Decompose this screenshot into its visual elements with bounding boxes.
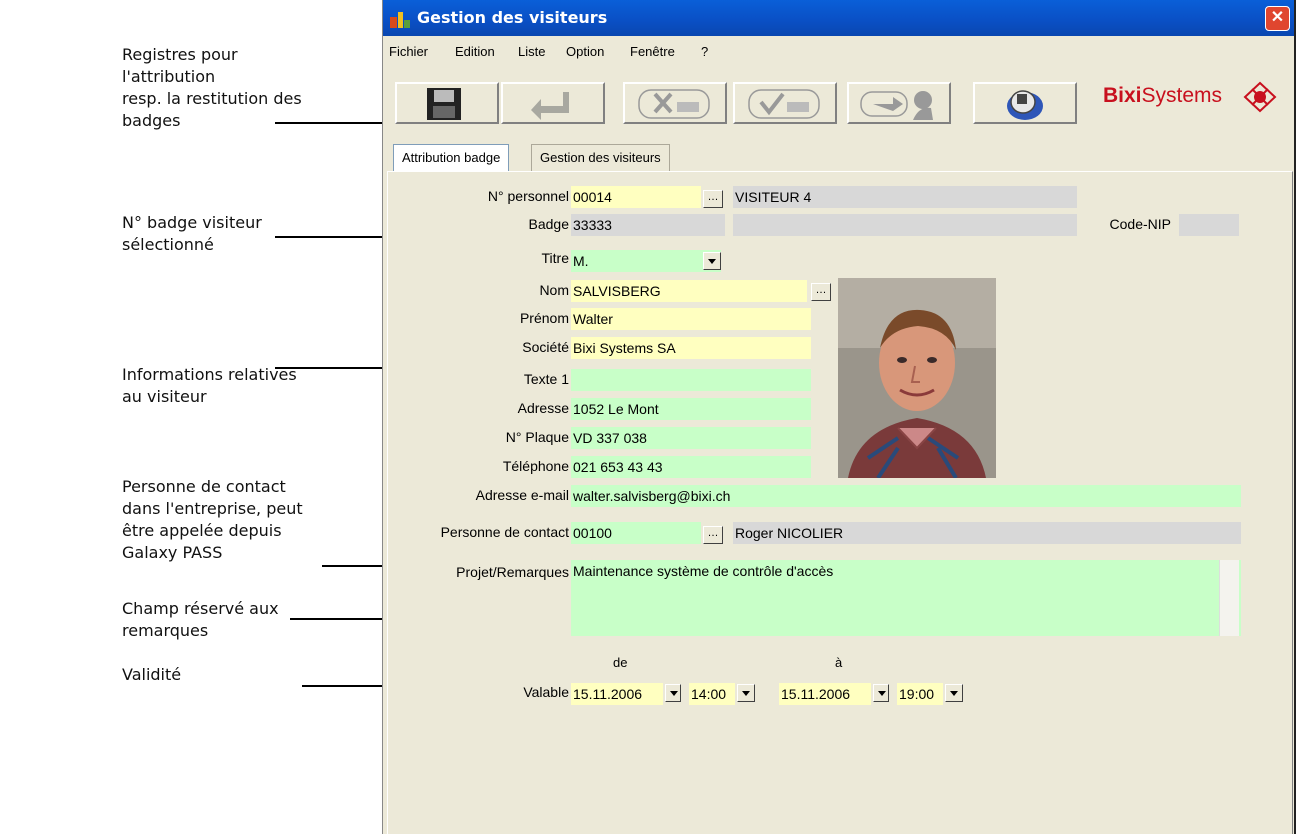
- code-nip-label: Code-NIP: [1109, 216, 1171, 232]
- annotation-remarks-field: Champ réservé aux remarques: [122, 599, 279, 640]
- personnel-lookup-button[interactable]: …: [703, 190, 723, 208]
- visitor-photo: [838, 278, 996, 478]
- return-icon: [531, 92, 569, 120]
- nom-field[interactable]: SALVISBERG: [571, 280, 807, 302]
- annotation-badge-selected: N° badge visiteur sélectionné: [122, 213, 262, 254]
- societe-field[interactable]: Bixi Systems SA: [571, 337, 811, 359]
- scanner-icon: [1007, 90, 1043, 120]
- bixi-logo-icon: [1243, 81, 1277, 113]
- tab-attribution-badge[interactable]: Attribution badge: [393, 144, 510, 172]
- menu-edition[interactable]: Edition: [455, 44, 495, 59]
- scanner-button[interactable]: [973, 82, 1077, 124]
- toolbar: BixiSystems: [383, 66, 1294, 126]
- bixi-logo: BixiSystems: [1103, 81, 1277, 113]
- menu-help[interactable]: ?: [701, 44, 708, 59]
- validate-badge-button[interactable]: [733, 82, 837, 124]
- cancel-badge-icon: [638, 89, 710, 119]
- telephone-label: Téléphone: [502, 458, 569, 474]
- nom-lookup-button[interactable]: …: [811, 283, 831, 301]
- nom-label: Nom: [539, 282, 569, 298]
- to-time-dropdown[interactable]: [945, 684, 963, 702]
- contact-lookup-button[interactable]: …: [703, 526, 723, 544]
- prenom-field[interactable]: Walter: [571, 308, 811, 330]
- brand-rest: Systems: [1141, 84, 1223, 107]
- menu-fichier[interactable]: Fichier: [389, 44, 428, 59]
- projet-label: Projet/Remarques: [456, 564, 569, 580]
- menu-bar: Fichier Edition Liste Option Fenêtre ?: [383, 38, 1294, 64]
- app-icon: [390, 12, 410, 28]
- menu-liste[interactable]: Liste: [518, 44, 545, 59]
- adresse-field[interactable]: 1052 Le Mont: [571, 398, 811, 420]
- plaque-field[interactable]: VD 337 038: [571, 427, 811, 449]
- plaque-label: N° Plaque: [505, 429, 569, 445]
- save-icon: [427, 88, 461, 120]
- menu-fenetre[interactable]: Fenêtre: [630, 44, 675, 59]
- annotation-contact-person: Personne de contact dans l'entreprise, p…: [122, 477, 303, 562]
- societe-label: Société: [522, 339, 569, 355]
- remarks-scrollbar[interactable]: [1219, 560, 1239, 636]
- menu-option[interactable]: Option: [566, 44, 604, 59]
- personnel-name-field: VISITEUR 4: [733, 186, 1077, 208]
- save-button[interactable]: [395, 82, 499, 124]
- brand-bold: Bixi: [1103, 84, 1142, 107]
- telephone-field[interactable]: 021 653 43 43: [571, 456, 811, 478]
- badge-field: 33333: [571, 214, 725, 236]
- annotation-validity: Validité: [122, 665, 182, 684]
- personnel-field[interactable]: 00014: [571, 186, 701, 208]
- badge-label: Badge: [528, 216, 569, 232]
- exit-visitor-button[interactable]: [847, 82, 951, 124]
- email-field[interactable]: walter.salvisberg@bixi.ch: [571, 485, 1241, 507]
- return-button[interactable]: [501, 82, 605, 124]
- personnel-label: N° personnel: [487, 188, 569, 204]
- annotation-registers: Registres pour l'attribution resp. la re…: [122, 45, 302, 130]
- projet-remarques-field[interactable]: Maintenance système de contrôle d'accès: [571, 560, 1241, 636]
- from-time-dropdown[interactable]: [737, 684, 755, 702]
- de-label: de: [613, 655, 628, 670]
- to-time-field[interactable]: 19:00: [897, 683, 943, 705]
- from-date-field[interactable]: 15.11.2006: [571, 683, 663, 705]
- title-bar: Gestion des visiteurs ✕: [383, 0, 1294, 36]
- texte1-label: Texte 1: [523, 371, 569, 387]
- tab-gestion-visiteurs[interactable]: Gestion des visiteurs: [531, 144, 670, 172]
- validate-badge-icon: [748, 89, 820, 119]
- from-time-field[interactable]: 14:00: [689, 683, 735, 705]
- texte1-field[interactable]: [571, 369, 811, 391]
- contact-name-field: Roger NICOLIER: [733, 522, 1241, 544]
- adresse-label: Adresse: [517, 400, 569, 416]
- contact-id-field[interactable]: 00100: [571, 522, 701, 544]
- close-button[interactable]: ✕: [1265, 6, 1290, 31]
- contact-label: Personne de contact: [440, 524, 569, 540]
- prenom-label: Prénom: [519, 310, 569, 326]
- arrow-line-visitor: [275, 367, 395, 369]
- exit-visitor-icon: [860, 91, 933, 120]
- email-label: Adresse e-mail: [475, 487, 569, 503]
- from-date-dropdown[interactable]: [665, 684, 681, 702]
- a-label: à: [835, 655, 843, 670]
- window-title: Gestion des visiteurs: [417, 8, 608, 27]
- code-nip-field: [1179, 214, 1239, 236]
- titre-label: Titre: [541, 250, 569, 266]
- valable-label: Valable: [523, 684, 569, 700]
- to-date-field[interactable]: 15.11.2006: [779, 683, 871, 705]
- titre-dropdown-button[interactable]: [703, 252, 721, 270]
- to-date-dropdown[interactable]: [873, 684, 889, 702]
- annotation-visitor-info: Informations relatives au visiteur: [122, 365, 297, 406]
- application-window: Gestion des visiteurs ✕ Fichier Edition …: [382, 0, 1296, 834]
- titre-select[interactable]: M.: [571, 250, 721, 272]
- cancel-badge-button[interactable]: [623, 82, 727, 124]
